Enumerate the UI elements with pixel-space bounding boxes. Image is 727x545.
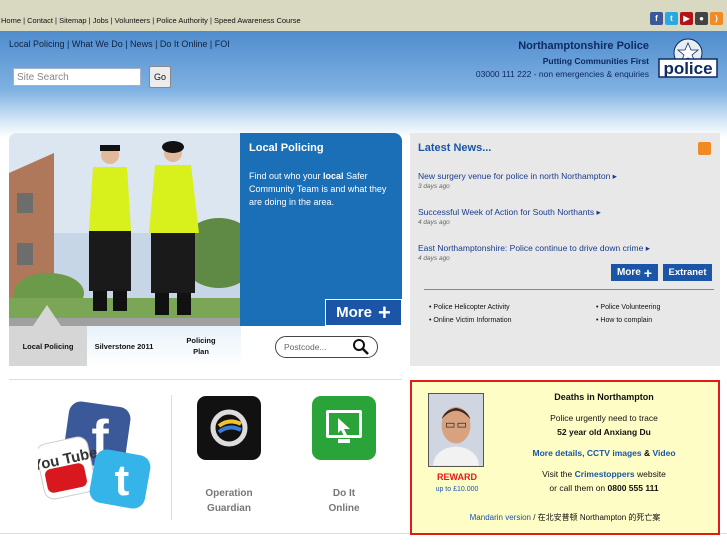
logo-text: police [663, 59, 712, 78]
appeal-person: 52 year old Anxiang Du [557, 427, 651, 437]
social-icons: f t ▶ ● ) [650, 12, 723, 25]
tab-silverstone[interactable]: Silverstone 2011 [87, 326, 161, 366]
youtube-icon[interactable]: ▶ [680, 12, 693, 25]
local-policing-photo [9, 133, 240, 326]
main-nav[interactable]: Local Policing | What We Do | News | Do … [9, 39, 230, 49]
news-item[interactable]: New surgery venue for police in north No… [418, 171, 617, 182]
quick-link[interactable]: • Police Volunteering [596, 304, 660, 311]
reward-amount: up to £10.000 [435, 486, 479, 493]
news-date: 4 days ago [418, 219, 450, 226]
brand-tagline: Putting Communities First [542, 56, 649, 66]
news-more-button[interactable]: More + [611, 264, 658, 281]
local-policing-panel [240, 133, 402, 326]
plus-icon: + [643, 264, 653, 281]
tab-pointer [33, 305, 61, 326]
crimestoppers-link[interactable]: Crimestoppers [575, 469, 635, 479]
social-media-icons[interactable]: f You Tube t [38, 400, 153, 510]
appeal-line: Police urgently need to trace [550, 413, 658, 423]
quick-link[interactable]: • Police Helicopter Activity [429, 304, 510, 311]
local-policing-title: Local Policing [249, 142, 324, 154]
quick-link[interactable]: • How to complain [596, 317, 652, 324]
appeal-visit: Visit the Crimestoppers website [542, 469, 666, 479]
missing-person-photo[interactable] [428, 393, 484, 467]
appeal-call: or call them on 0800 555 111 [549, 483, 659, 493]
divider [9, 379, 402, 380]
news-divider [424, 289, 714, 290]
flickr-icon[interactable]: ● [695, 12, 708, 25]
top-links[interactable]: Home | Contact | Sitemap | Jobs | Volunt… [1, 16, 301, 25]
news-date: 3 days ago [418, 183, 450, 190]
news-item[interactable]: East Northamptonshire: Police continue t… [418, 243, 650, 254]
tab-local-policing[interactable]: Local Policing [9, 326, 87, 366]
brand-phone: 03000 111 222 - non emergencies & enquir… [475, 69, 649, 79]
appeal-mandarin[interactable]: Mandarin version / 在北安普顿 Northampton 的死亡… [412, 512, 718, 523]
quick-link[interactable]: • Online Victim Information [429, 317, 511, 324]
appeal-title: Deaths in Northampton [554, 392, 654, 402]
rss-icon[interactable]: ) [710, 12, 723, 25]
news-title: Latest News... [418, 142, 492, 154]
do-it-online-label[interactable]: Do It Online [312, 486, 376, 516]
operation-guardian-label[interactable]: Operation Guardian [190, 486, 268, 516]
do-it-online-icon[interactable] [312, 396, 376, 460]
operation-guardian-icon[interactable] [197, 396, 261, 460]
twitter-icon[interactable]: t [665, 12, 678, 25]
divider [171, 395, 172, 520]
reward-label: REWARD [437, 472, 477, 482]
search-icon[interactable] [352, 338, 370, 356]
extranet-button[interactable]: Extranet [663, 264, 712, 281]
appeal-details-links[interactable]: More details, CCTV images & Video [494, 448, 714, 458]
facebook-icon[interactable]: f [650, 12, 663, 25]
local-policing-description: Find out who your local Safer Community … [249, 171, 387, 207]
news-rss-icon[interactable] [698, 142, 711, 155]
twitter-icon: t [115, 456, 130, 505]
news-date: 4 days ago [418, 255, 450, 262]
search-input[interactable]: Site Search [13, 68, 141, 86]
police-logo[interactable]: police [658, 37, 718, 87]
plus-icon: + [377, 299, 391, 325]
tab-policing-plan[interactable]: Policing Plan [161, 326, 241, 366]
search-go-button[interactable]: Go [149, 66, 171, 88]
news-item[interactable]: Successful Week of Action for South Nort… [418, 207, 601, 218]
brand-name: Northamptonshire Police [518, 40, 649, 52]
local-policing-more-button[interactable]: More + [325, 299, 402, 326]
